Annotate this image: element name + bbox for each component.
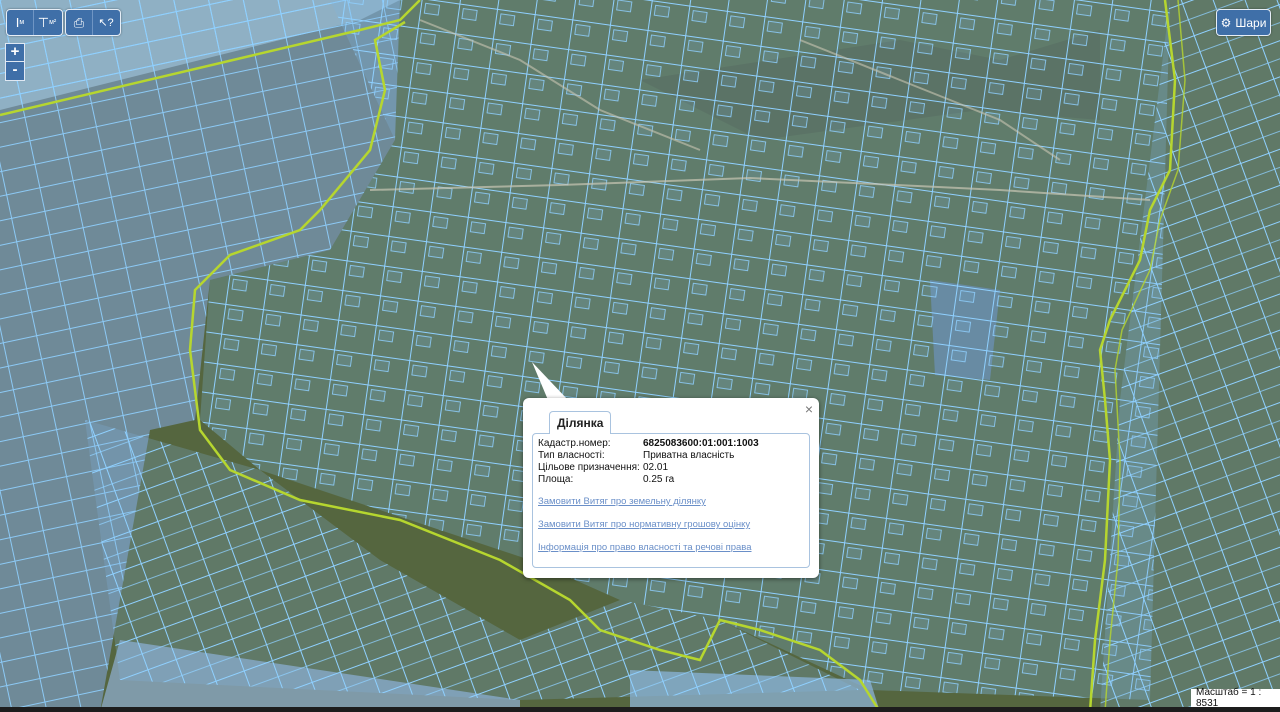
field-value: Приватна власність — [643, 450, 735, 461]
order-extract-link[interactable]: Замовити Витяг про земельну ділянку — [538, 496, 706, 507]
satellite-map[interactable] — [0, 0, 1280, 712]
measure-toolbar: Iм ⊤ м² — [6, 9, 63, 36]
ruler-unit: м — [19, 19, 25, 26]
print-icon[interactable]: ⎙ — [66, 10, 93, 35]
order-valuation-link[interactable]: Замовити Витяг про нормативну грошову оц… — [538, 519, 750, 530]
scale-indicator: Масштаб = 1 : 8531 — [1191, 687, 1280, 709]
field-value: 02.01 — [643, 462, 669, 473]
scale-label: Масштаб = 1 : 8531 — [1196, 687, 1262, 709]
field-value: 0.25 га — [643, 474, 675, 485]
layers-button[interactable]: ⚙ Шари — [1216, 9, 1271, 36]
measure-area-icon[interactable]: ⊤ м² — [34, 10, 60, 35]
tab-parcel[interactable]: Ділянка — [549, 411, 612, 434]
tools-toolbar: ⎙ ↖? — [65, 9, 121, 36]
field-label: Площа: — [538, 474, 574, 485]
field-label: Цільове призначення: — [538, 462, 640, 473]
ruler-icon[interactable]: Iм — [7, 10, 34, 35]
field-label: Тип власності: — [538, 450, 605, 461]
popup-pointer — [532, 362, 568, 400]
field-purpose: Цільове призначення: 02.01 — [538, 462, 668, 473]
zoom-out-button[interactable]: - — [5, 61, 25, 81]
field-label: Кадастр.номер: — [538, 438, 611, 449]
zoom-in-button[interactable]: + — [5, 43, 25, 63]
info-glyph: ↖? — [98, 17, 114, 29]
layers-label: Шари — [1235, 15, 1267, 30]
field-value: 6825083600:01:001:1003 — [643, 438, 759, 449]
field-ownership-type: Тип власності: Приватна власність — [538, 450, 734, 461]
gear-icon: ⚙ — [1220, 15, 1232, 30]
info-cursor-icon[interactable]: ↖? — [93, 10, 119, 35]
parcel-popup: × Ділянка Кадастр.номер: 6825083600:01:0… — [523, 398, 819, 578]
status-bar — [0, 707, 1280, 712]
field-area: Площа: 0.25 га — [538, 474, 674, 485]
ownership-info-link[interactable]: Інформація про право власності та речові… — [538, 542, 752, 553]
area-unit: м² — [49, 19, 57, 26]
close-icon[interactable]: × — [805, 401, 813, 417]
area-glyph: ⊤ — [37, 14, 50, 30]
print-glyph: ⎙ — [73, 14, 85, 30]
parcel-info-panel: Кадастр.номер: 6825083600:01:001:1003 Ти… — [532, 433, 810, 568]
field-cadastral-number: Кадастр.номер: 6825083600:01:001:1003 — [538, 438, 759, 449]
